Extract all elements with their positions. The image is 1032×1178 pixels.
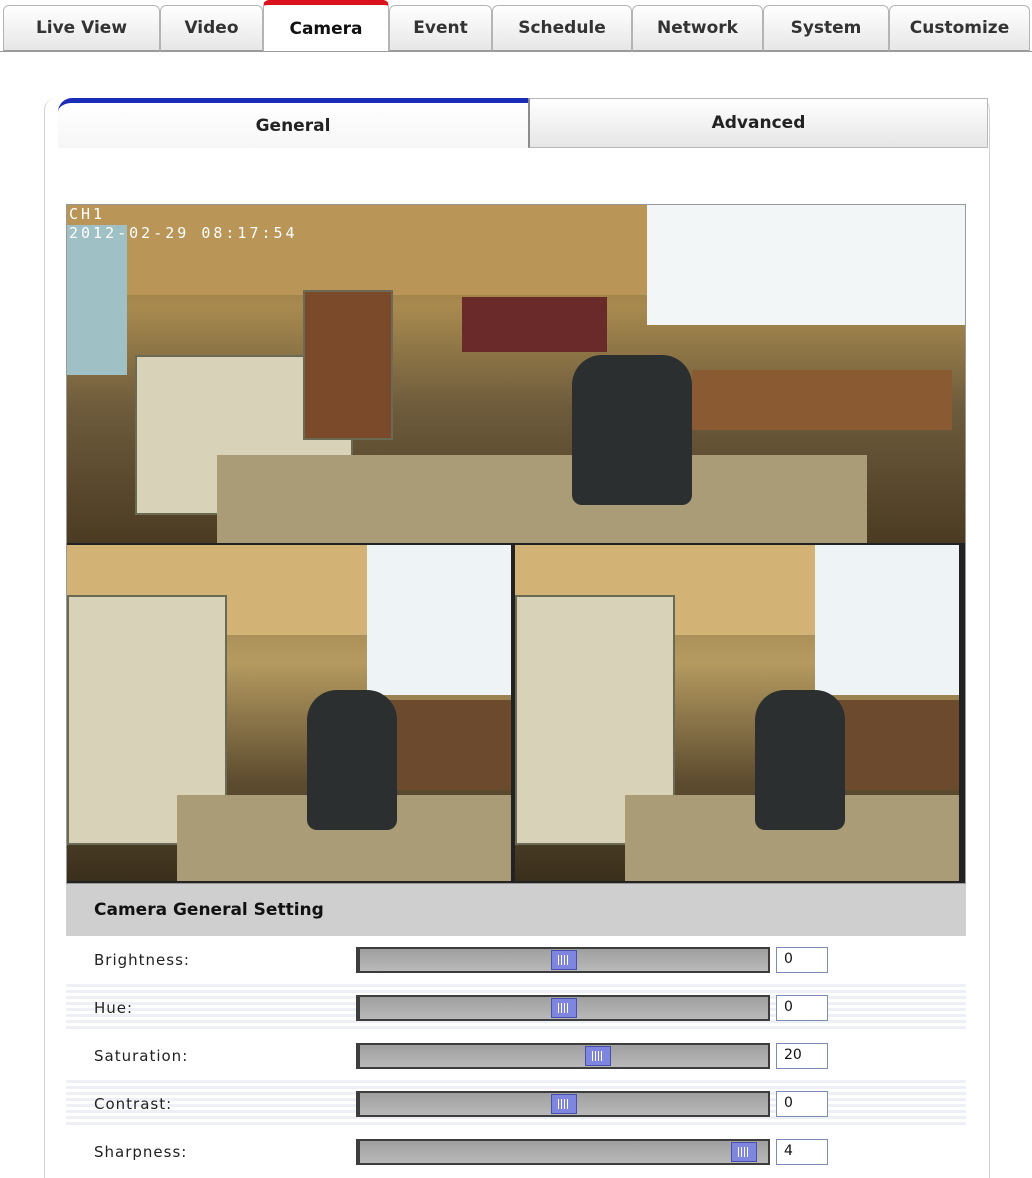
contrast-slider[interactable] [356,1091,770,1117]
saturation-slider-thumb[interactable] [585,1046,611,1066]
hue-slider[interactable] [356,995,770,1021]
saturation-slider[interactable] [356,1043,770,1069]
video-right-view [515,545,959,881]
osd-channel: CH1 [69,205,106,223]
hue-slider-thumb[interactable] [551,998,577,1018]
subtab-general[interactable]: General [58,98,528,148]
brightness-label: Brightness: [94,951,190,969]
sharpness-slider[interactable] [356,1139,770,1165]
contrast-label: Contrast: [94,1095,173,1113]
tab-camera[interactable]: Camera [263,0,389,52]
settings-title: Camera General Setting [66,884,966,936]
tab-event[interactable]: Event [389,5,492,51]
osd-timestamp: 2012-02-29 08:17:54 [69,224,298,242]
contrast-slider-thumb[interactable] [551,1094,577,1114]
sharpness-label: Sharpness: [94,1143,188,1161]
hue-row: Hue: 0 [66,984,966,1032]
live-video[interactable]: CH1 2012-02-29 08:17:54 [66,204,966,884]
brightness-slider[interactable] [356,947,770,973]
brightness-slider-thumb[interactable] [551,950,577,970]
tab-customize[interactable]: Customize [889,5,1030,51]
sharpness-value[interactable]: 4 [776,1139,828,1165]
main-nav: Live View Video Camera Event Schedule Ne… [0,0,1032,52]
saturation-label: Saturation: [94,1047,189,1065]
brightness-value[interactable]: 0 [776,947,828,973]
video-left-view [67,545,511,881]
tab-video[interactable]: Video [160,5,263,51]
nav-divider [0,51,1032,52]
contrast-row: Contrast: 0 [66,1080,966,1128]
video-panorama-view: CH1 2012-02-29 08:17:54 [67,205,965,543]
tab-schedule[interactable]: Schedule [492,5,632,51]
tab-network[interactable]: Network [632,5,763,51]
saturation-row: Saturation: 20 [66,1032,966,1080]
tab-system[interactable]: System [763,5,889,51]
tab-live-view[interactable]: Live View [3,5,160,51]
saturation-value[interactable]: 20 [776,1043,828,1069]
camera-general-settings: Camera General Setting Brightness: 0 Hue… [66,884,966,1176]
hue-value[interactable]: 0 [776,995,828,1021]
subtab-advanced[interactable]: Advanced [528,98,988,148]
hue-label: Hue: [94,999,134,1017]
sharpness-slider-thumb[interactable] [731,1142,757,1162]
contrast-value[interactable]: 0 [776,1091,828,1117]
brightness-row: Brightness: 0 [66,936,966,984]
